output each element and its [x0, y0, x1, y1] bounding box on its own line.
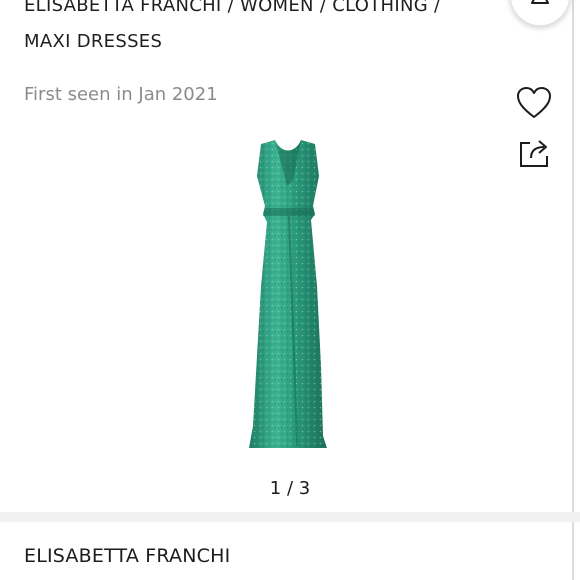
breadcrumb-item-maxi-dresses[interactable]: MAXI DRESSES: [24, 31, 162, 52]
breadcrumb-item-clothing[interactable]: CLOTHING: [332, 0, 428, 16]
section-divider: [0, 512, 580, 522]
brand-name[interactable]: ELISABETTA FRANCHI: [24, 545, 230, 567]
first-seen-date: First seen in Jan 2021: [24, 84, 218, 105]
breadcrumb-item-brand[interactable]: ELISABETTA FRANCHI: [24, 0, 222, 16]
breadcrumb-separator: /: [313, 0, 333, 16]
breadcrumb-separator: /: [428, 0, 441, 16]
breadcrumb: ELISABETTA FRANCHI / WOMEN / CLOTHING / …: [24, 0, 504, 60]
top-action-button[interactable]: [510, 0, 570, 26]
product-image-maxi-dress[interactable]: [235, 136, 341, 454]
heart-icon[interactable]: [516, 86, 552, 120]
breadcrumb-item-women[interactable]: WOMEN: [240, 0, 314, 16]
breadcrumb-separator: /: [221, 0, 240, 16]
share-icon[interactable]: [518, 137, 552, 169]
triangle-icon: [531, 0, 549, 4]
image-pager: 1 / 3: [269, 478, 311, 499]
